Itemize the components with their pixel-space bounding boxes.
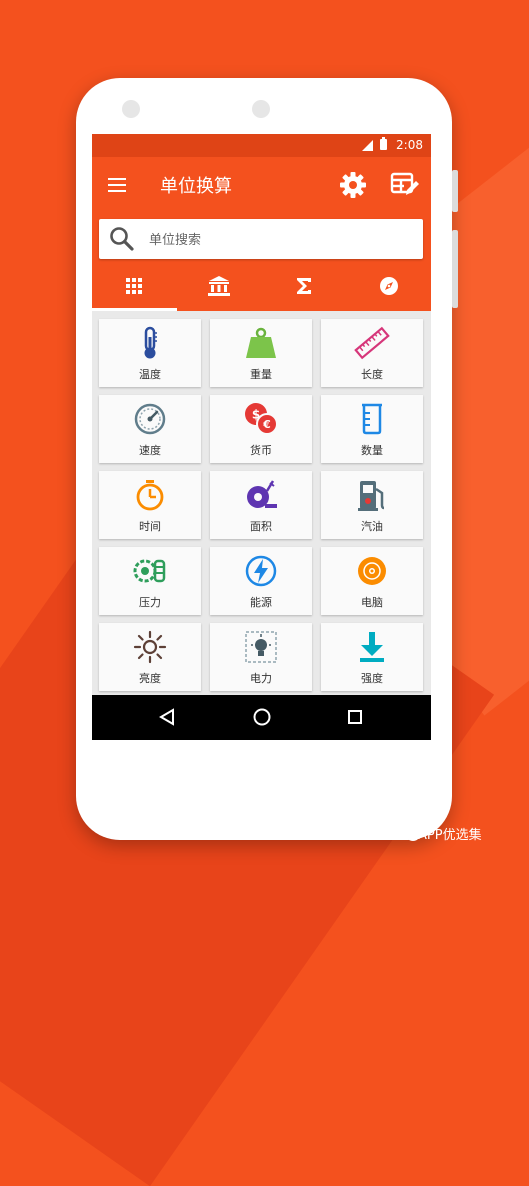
category-card-brightness[interactable]: 亮度 [99,623,201,691]
grid-icon [126,278,142,294]
lightning-icon [245,555,277,587]
search-area [92,213,431,263]
phone-volume-button [452,230,458,308]
category-label: 重量 [250,368,272,381]
category-card-computer[interactable]: 电脑 [321,547,423,615]
category-label: 数量 [361,444,383,457]
speedometer-icon [134,403,166,435]
category-label: 汽油 [361,520,383,533]
phone-sensor [122,100,140,118]
recents-button[interactable] [325,695,385,740]
category-label: 速度 [139,444,161,457]
gear-icon[interactable] [338,170,368,200]
beaker-icon [362,403,382,435]
category-card-length[interactable]: 长度 [321,319,423,387]
battery-icon [380,137,387,150]
navigation-bar [92,695,431,740]
gas-pump-icon [358,481,385,511]
category-card-weight[interactable]: 重量 [210,319,312,387]
phone-camera [252,100,270,118]
category-label: 压力 [139,596,161,609]
category-tabs [92,263,431,311]
download-arrow-icon [360,632,384,662]
tape-measure-icon [247,480,277,508]
search-box[interactable] [99,219,423,259]
back-triangle-icon [159,708,174,726]
category-card-area[interactable]: 面积 [210,471,312,539]
category-card-intensity[interactable]: 强度 [321,623,423,691]
currency-icon: $ € [245,403,278,435]
category-label: 电力 [250,672,272,685]
category-label: 亮度 [139,672,161,685]
category-grid: 温度 重量 长度 速度 $ € 货币 数量 时间 面积 汽油 压力 能源 电脑 … [92,311,431,691]
category-card-time[interactable]: 时间 [99,471,201,539]
bulb-icon [245,631,277,663]
category-label: 面积 [250,520,272,533]
app-screen: 2:08 单位换算 单位搜索 温度 重量 长度 速度 $ € 货币 数量 时间 … [92,134,431,740]
app-bar: 单位换算 [92,157,431,213]
category-label: 长度 [361,368,383,381]
bank-icon [208,276,230,296]
category-label: 电脑 [361,596,383,609]
tab-bank[interactable] [177,263,262,311]
search-input[interactable] [147,227,411,253]
category-label: 能源 [250,596,272,609]
category-card-pressure[interactable]: 压力 [99,547,201,615]
category-card-quantity[interactable]: 数量 [321,395,423,463]
home-button[interactable] [232,695,292,740]
category-label: 货币 [250,444,272,457]
ruler-icon [354,326,390,360]
category-label: 时间 [139,520,161,533]
signal-icon [362,140,373,151]
thermometer-icon [144,326,157,359]
recents-square-icon [348,710,362,724]
category-card-power[interactable]: 电力 [210,623,312,691]
compass-icon [380,277,398,295]
tab-grid[interactable] [92,263,177,311]
category-label: 强度 [361,672,383,685]
pressure-icon [133,559,166,583]
back-button[interactable] [137,695,197,740]
category-card-gasoline[interactable]: 汽油 [321,471,423,539]
category-card-currency[interactable]: $ € 货币 [210,395,312,463]
status-time: 2:08 [396,138,423,152]
category-card-temperature[interactable]: 温度 [99,319,201,387]
home-circle-icon [253,708,271,726]
tab-compass[interactable] [347,263,431,311]
category-card-energy[interactable]: 能源 [210,547,312,615]
search-icon [110,227,134,251]
grid-edit-icon[interactable] [390,171,420,199]
weight-icon [246,327,276,358]
category-card-speed[interactable]: 速度 [99,395,201,463]
app-title: 单位换算 [160,176,232,197]
watermark: APP优选集 [418,828,482,843]
phone-side-button [452,170,458,212]
category-label: 温度 [139,368,161,381]
stopwatch-icon [136,480,164,511]
tab-sigma[interactable] [262,263,347,311]
svg-text:€: € [262,418,271,431]
sun-icon [133,630,167,664]
hamburger-menu-icon[interactable] [108,178,128,192]
sigma-icon [297,278,311,294]
status-bar: 2:08 [92,134,431,157]
disc-icon [358,557,386,585]
svg-text:$: $ [252,408,260,422]
